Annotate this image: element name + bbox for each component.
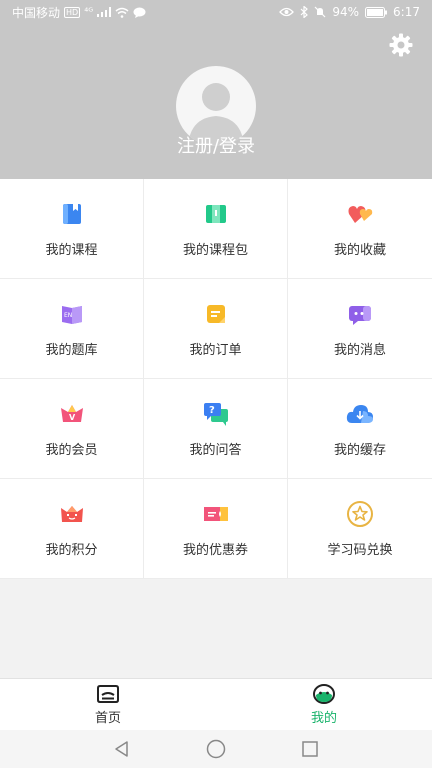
login-register-link[interactable]: 注册/登录 bbox=[0, 132, 432, 158]
menu-item-label: 我的课程包 bbox=[182, 243, 248, 258]
coupon-icon bbox=[201, 499, 231, 529]
course-pack-icon bbox=[201, 199, 231, 229]
menu-item-label: 我的题库 bbox=[45, 343, 98, 358]
svg-text:EN: EN bbox=[64, 312, 72, 319]
tab-home[interactable]: 首页 bbox=[0, 679, 216, 730]
bottom-tab-bar: 首页 我的 bbox=[0, 678, 432, 730]
menu-item-my-messages[interactable]: 我的消息 bbox=[288, 279, 432, 379]
home-icon bbox=[97, 685, 119, 703]
question-bank-icon: EN bbox=[57, 299, 87, 329]
hd-badge: HD bbox=[64, 6, 81, 18]
back-triangle-icon[interactable] bbox=[110, 737, 134, 761]
svg-text:?: ? bbox=[209, 405, 215, 416]
menu-item-label: 我的问答 bbox=[189, 443, 242, 458]
menu-item-my-coupons[interactable]: 我的优惠券 bbox=[144, 479, 288, 579]
orders-icon bbox=[201, 299, 231, 329]
menu-item-my-cache[interactable]: 我的缓存 bbox=[288, 379, 432, 479]
menu-item-label: 我的缓存 bbox=[333, 443, 386, 458]
battery-icon bbox=[365, 6, 388, 18]
recents-square-icon[interactable] bbox=[298, 737, 322, 761]
tab-mine[interactable]: 我的 bbox=[216, 679, 432, 730]
membership-icon: V bbox=[57, 399, 87, 429]
clock-time: 6:17 bbox=[393, 5, 420, 19]
menu-item-label: 我的课程 bbox=[45, 243, 98, 258]
menu-item-my-question-bank[interactable]: EN 我的题库 bbox=[0, 279, 144, 379]
menu-item-my-courses[interactable]: 我的课程 bbox=[0, 179, 144, 279]
cache-icon bbox=[345, 399, 375, 429]
menu-item-label: 我的消息 bbox=[333, 343, 386, 358]
menu-item-label: 我的会员 bbox=[45, 443, 98, 458]
menu-item-my-orders[interactable]: 我的订单 bbox=[144, 279, 288, 379]
bluetooth-icon bbox=[300, 6, 309, 18]
battery-percent: 94% bbox=[332, 5, 360, 19]
course-icon bbox=[57, 199, 87, 229]
chat-notification-icon bbox=[133, 7, 146, 18]
system-navigation-bar bbox=[0, 730, 432, 768]
menu-item-label: 我的订单 bbox=[189, 343, 242, 358]
status-bar: 中国移动 HD ⁴ᴳ 94% 6:17 bbox=[0, 0, 432, 24]
menu-item-label: 我的优惠券 bbox=[182, 543, 248, 558]
menu-item-label: 我的积分 bbox=[45, 543, 98, 558]
menu-item-redeem-study-code[interactable]: 学习码兑换 bbox=[288, 479, 432, 579]
favorites-icon bbox=[345, 199, 375, 229]
menu-item-my-points[interactable]: 我的积分 bbox=[0, 479, 144, 579]
menu-item-label: 我的收藏 bbox=[333, 243, 386, 258]
network-type: ⁴ᴳ bbox=[84, 6, 94, 18]
tab-home-label: 首页 bbox=[94, 711, 121, 726]
wifi-icon bbox=[115, 7, 129, 18]
carrier-text: 中国移动 bbox=[12, 5, 61, 20]
menu-item-my-course-packs[interactable]: 我的课程包 bbox=[144, 179, 288, 279]
settings-gear-icon[interactable] bbox=[388, 32, 414, 58]
tab-mine-label: 我的 bbox=[310, 711, 337, 726]
menu-item-label: 学习码兑换 bbox=[327, 543, 393, 558]
smiley-profile-icon bbox=[313, 684, 335, 704]
mute-bell-icon bbox=[314, 6, 326, 18]
signal-icon bbox=[97, 7, 112, 17]
qa-icon: ? bbox=[201, 399, 231, 429]
messages-icon bbox=[345, 299, 375, 329]
svg-text:V: V bbox=[69, 413, 76, 422]
points-icon bbox=[57, 499, 87, 529]
profile-header: 注册/登录 bbox=[0, 24, 432, 179]
menu-item-my-favorites[interactable]: 我的收藏 bbox=[288, 179, 432, 279]
redeem-code-icon bbox=[345, 499, 375, 529]
menu-item-my-membership[interactable]: V 我的会员 bbox=[0, 379, 144, 479]
menu-grid: 我的课程 我的课程包 我的收藏 EN 我的题库 我的订单 我的消息 V 我的会员… bbox=[0, 179, 432, 579]
menu-item-my-qa[interactable]: ? 我的问答 bbox=[144, 379, 288, 479]
eye-icon bbox=[279, 7, 295, 17]
home-circle-icon[interactable] bbox=[204, 737, 228, 761]
